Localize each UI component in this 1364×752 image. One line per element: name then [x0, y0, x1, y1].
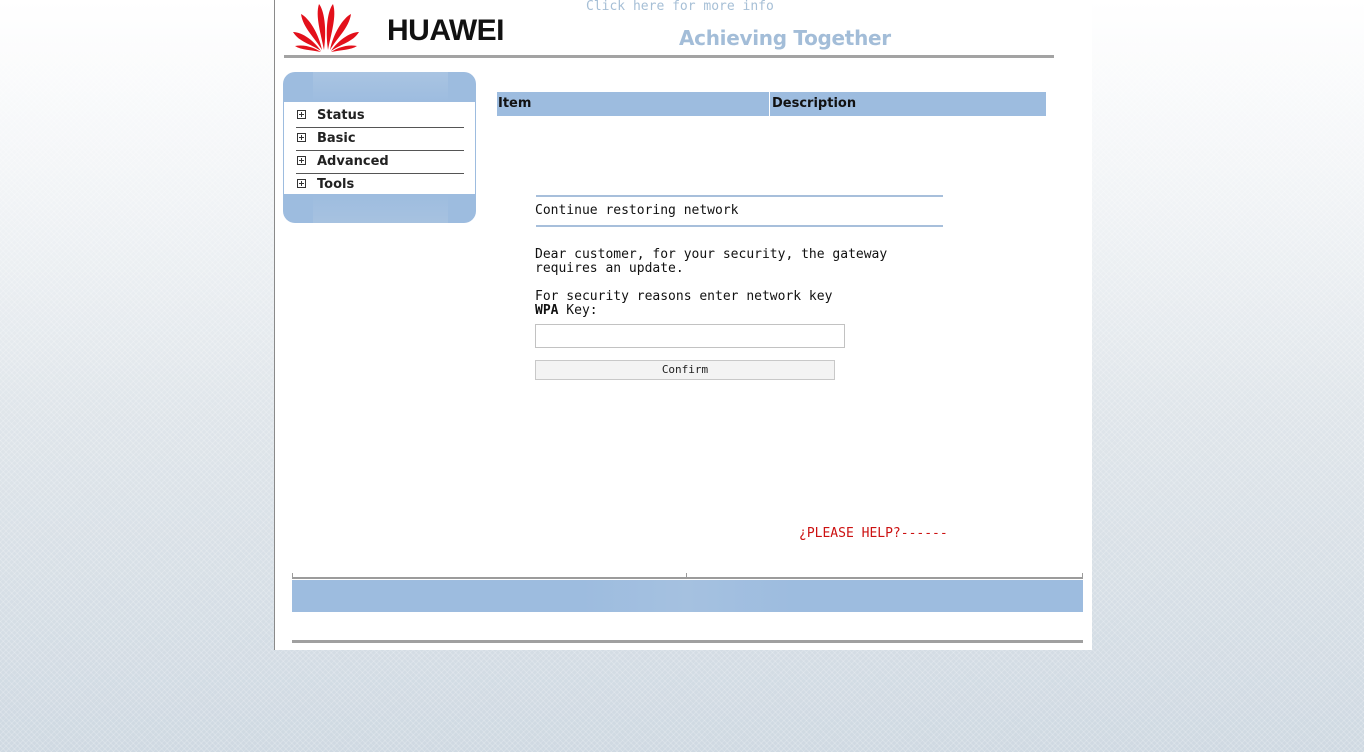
more-info-link[interactable]: Click here for more info — [586, 0, 774, 14]
tagline: Achieving Together — [679, 26, 891, 50]
wpa-label-bold: WPA — [535, 303, 559, 318]
sidebar-item-advanced[interactable]: Advanced — [296, 150, 464, 174]
sidebar-body: Status Basic Advanced Tools — [283, 102, 476, 197]
sidebar-top-cap — [283, 72, 476, 102]
column-header-item: Item — [498, 96, 532, 111]
network-key-prompt: For security reasons enter network key — [535, 289, 833, 304]
expand-plus-icon — [297, 110, 306, 119]
sidebar-item-label: Status — [317, 108, 365, 123]
key-label-text: Key: — [558, 303, 598, 318]
footer-bar — [292, 580, 1083, 612]
column-header-description: Description — [772, 96, 857, 111]
sidebar-bottom-cap — [283, 194, 476, 223]
brand-name: HUAWEI — [387, 14, 505, 47]
sidebar-item-status[interactable]: Status — [296, 104, 464, 128]
column-separator — [769, 92, 770, 116]
form-title-top-rule — [536, 195, 943, 197]
expand-plus-icon — [297, 133, 306, 142]
sidebar-item-label: Advanced — [317, 154, 389, 169]
sidebar-menu: Status Basic Advanced Tools — [283, 72, 476, 223]
header-divider — [284, 55, 1054, 58]
sidebar-item-label: Basic — [317, 131, 356, 146]
expand-plus-icon — [297, 179, 306, 188]
footer-bottom-rule — [292, 640, 1083, 643]
router-page: HUAWEI Click here for more info Achievin… — [274, 0, 1092, 650]
please-help-link[interactable]: ¿PLEASE HELP?------ — [799, 526, 948, 541]
sidebar-item-label: Tools — [317, 177, 355, 192]
form-title: Continue restoring network — [535, 203, 739, 218]
huawei-logo: HUAWEI — [291, 0, 511, 52]
huawei-petals-icon — [293, 4, 359, 52]
security-message-line1: Dear customer, for your security, the ga… — [535, 247, 888, 262]
confirm-button[interactable]: Confirm — [535, 360, 835, 380]
footer-top-rule — [292, 577, 1083, 579]
table-header: Item Description — [497, 92, 1046, 116]
form-title-bottom-rule — [536, 225, 943, 227]
sidebar-item-basic[interactable]: Basic — [296, 127, 464, 151]
wpa-key-label: WPA Key: — [535, 304, 598, 318]
wpa-key-input[interactable] — [535, 324, 845, 348]
expand-plus-icon — [297, 156, 306, 165]
security-message-line2: requires an update. — [535, 261, 684, 276]
